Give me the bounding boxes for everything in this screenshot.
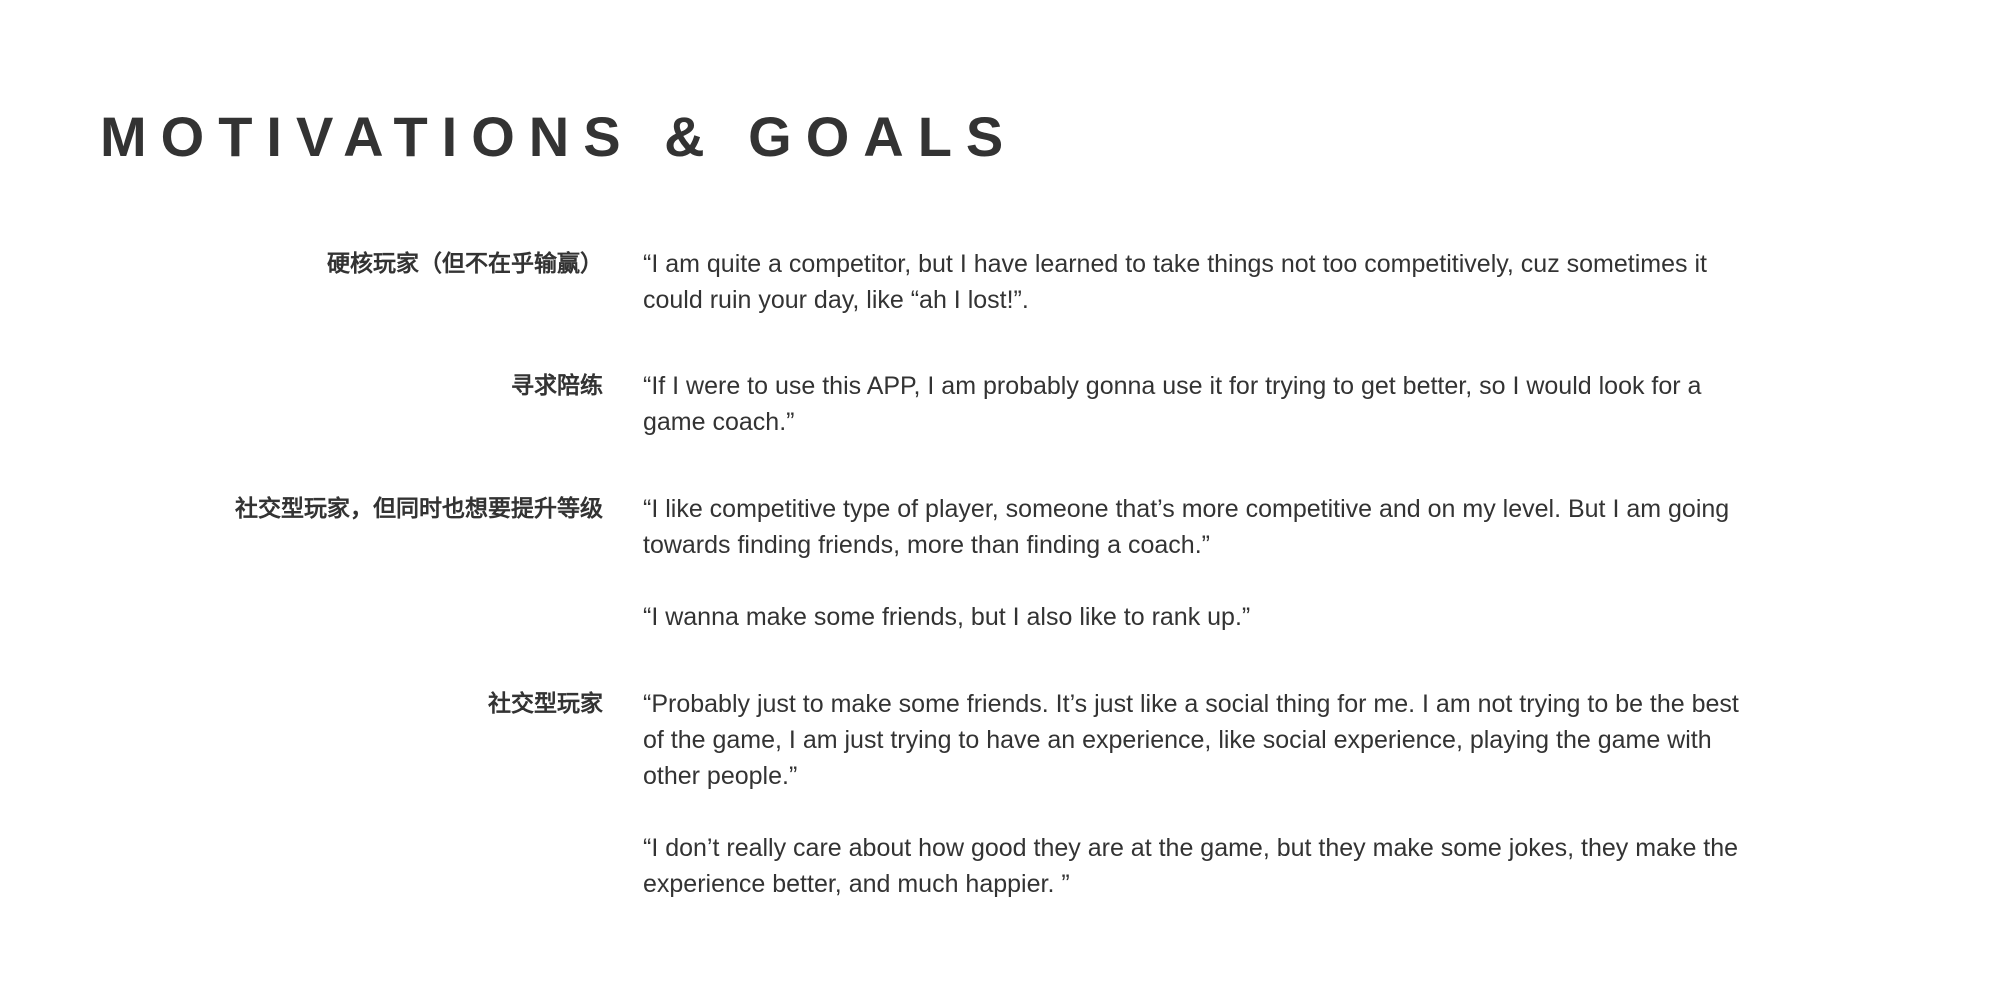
user-quote: “Probably just to make some friends. It’… bbox=[643, 690, 1739, 790]
section-label: 社交型玩家，但同时也想要提升等级 bbox=[235, 496, 603, 522]
section-label: 社交型玩家 bbox=[488, 691, 603, 717]
quote-list: “I like competitive type of player, some… bbox=[643, 491, 1758, 635]
user-quote: “If I were to use this APP, I am probabl… bbox=[643, 372, 1702, 436]
quote-list: “Probably just to make some friends. It’… bbox=[643, 686, 1758, 902]
quote-list: “I am quite a competitor, but I have lea… bbox=[643, 246, 1758, 318]
page-title: MOTIVATIONS & GOALS bbox=[100, 105, 1018, 168]
section-label: 寻求陪练 bbox=[511, 373, 603, 399]
user-quote: “I am quite a competitor, but I have lea… bbox=[643, 250, 1707, 314]
section-label: 硬核玩家（但不在乎输赢） bbox=[327, 251, 603, 277]
user-quote: “I wanna make some friends, but I also l… bbox=[643, 603, 1251, 631]
user-quote: “I don’t really care about how good they… bbox=[643, 834, 1739, 898]
quote-list: “If I were to use this APP, I am probabl… bbox=[643, 368, 1758, 440]
user-quote: “I like competitive type of player, some… bbox=[643, 495, 1730, 559]
